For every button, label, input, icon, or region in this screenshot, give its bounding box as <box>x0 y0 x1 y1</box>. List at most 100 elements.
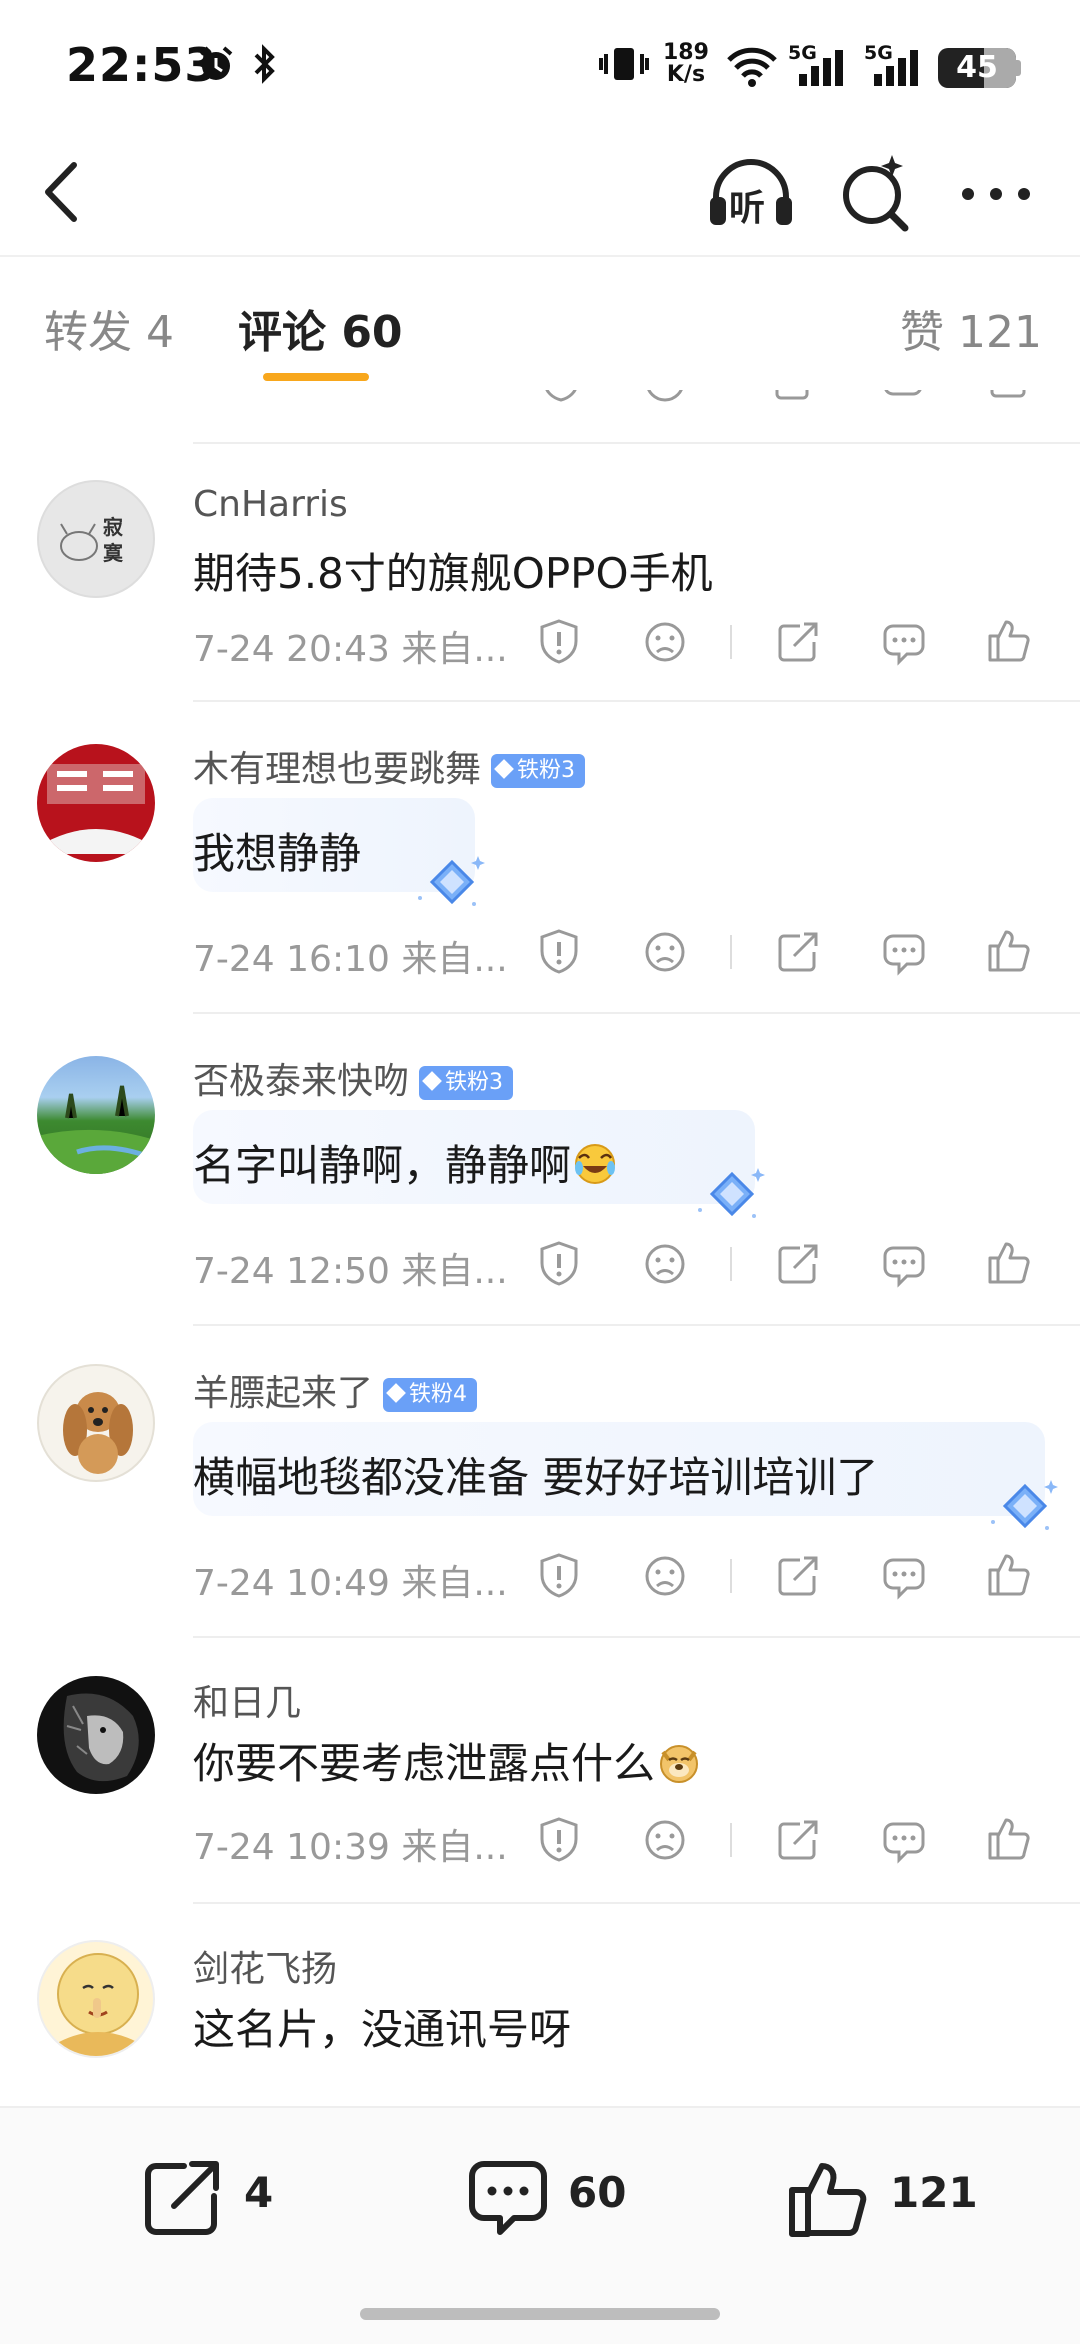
comment-username[interactable]: 羊膘起来了 铁粉4 <box>193 1364 478 1416</box>
repost-button[interactable]: 4 <box>140 2108 300 2278</box>
comment-count: 60 <box>568 2168 627 2217</box>
diamond-icon <box>386 1383 406 1403</box>
dislike-icon[interactable] <box>643 1242 687 1286</box>
avatar-drawing <box>57 1953 139 2056</box>
reply-icon[interactable] <box>881 1818 927 1864</box>
diamond-decoration-icon <box>991 1480 1058 1530</box>
dislike-icon[interactable] <box>643 1554 687 1598</box>
back-icon[interactable] <box>38 157 88 227</box>
avatar-drawing <box>60 523 98 561</box>
share-icon[interactable] <box>776 620 820 664</box>
comment-text: 名字叫静啊，静静啊 <box>193 1132 617 1193</box>
comment-username-text: 木有理想也要跳舞 <box>193 749 482 790</box>
avatar-text: 寂寞 <box>103 515 123 565</box>
comment-item: 否极泰来快吻 铁粉3 名字叫静啊，静静啊 7-24 12:50 来自... <box>0 1014 1080 1324</box>
comment-username[interactable]: CnHarris <box>193 484 348 525</box>
home-indicator[interactable] <box>360 2308 720 2320</box>
doge-emoji-icon <box>660 1745 699 1783</box>
dislike-icon[interactable] <box>643 620 687 664</box>
comment-meta: 7-24 10:39 来自... <box>193 1827 508 1868</box>
comment-text-content: 你要不要考虑泄露点什么 <box>193 1739 656 1788</box>
comment-username[interactable]: 木有理想也要跳舞 铁粉3 <box>193 740 586 792</box>
bottom-action-bar: 4 60 121 <box>0 2106 1080 2344</box>
comment-text-content: 名字叫静啊，静静啊 <box>193 1141 572 1190</box>
diamond-icon <box>422 1071 442 1091</box>
avatar[interactable]: 寂寞 <box>37 480 155 598</box>
bluetooth-icon <box>254 44 275 84</box>
comment-username[interactable]: 否极泰来快吻 铁粉3 <box>193 1052 514 1104</box>
comment-username[interactable]: 和日几 <box>193 1674 301 1726</box>
comment-text: 我想静静 <box>193 829 362 878</box>
comment-text: 你要不要考虑泄露点什么 <box>193 1730 701 1791</box>
share-icon[interactable] <box>776 1554 820 1598</box>
reply-icon[interactable] <box>881 930 927 976</box>
signal-icon <box>874 50 918 86</box>
like-icon[interactable] <box>986 926 1032 974</box>
action-separator <box>730 1823 732 1857</box>
comment-text: 横幅地毯都没准备 要好好培训培训了 <box>193 1453 879 1502</box>
more-icon[interactable] <box>958 179 1034 209</box>
fan-badge-label: 铁粉3 <box>517 758 576 783</box>
like-button[interactable]: 121 <box>786 2108 986 2278</box>
avatar[interactable] <box>37 1676 155 1794</box>
dislike-icon[interactable] <box>643 930 687 974</box>
fan-badge: 铁粉3 <box>419 1066 514 1100</box>
report-icon[interactable] <box>537 1240 581 1288</box>
reply-icon[interactable] <box>881 1242 927 1288</box>
comment-username[interactable]: 剑花飞扬 <box>193 1940 337 1992</box>
dislike-icon[interactable] <box>643 1818 687 1862</box>
reply-icon[interactable] <box>881 1554 927 1600</box>
like-icon[interactable] <box>986 1238 1032 1286</box>
reply-icon[interactable] <box>881 390 925 404</box>
report-icon[interactable] <box>537 1816 581 1864</box>
report-icon[interactable] <box>539 390 583 404</box>
report-icon[interactable] <box>537 618 581 666</box>
report-icon[interactable] <box>537 928 581 976</box>
listen-button[interactable]: 听 <box>706 153 796 233</box>
comment-meta: 7-24 12:50 来自... <box>193 1251 508 1292</box>
comment-meta: 7-24 10:49 来自... <box>193 1563 508 1604</box>
action-separator <box>730 935 732 969</box>
avatar[interactable] <box>37 1364 155 1482</box>
tab-comments[interactable]: 评论 60 <box>238 296 403 360</box>
tab-repost[interactable]: 转发 4 <box>44 296 174 360</box>
comment-list[interactable]: 寂寞 CnHarris 期待5.8寸的旗舰OPPO手机 7-24 20:43 来… <box>0 390 1080 2106</box>
share-icon[interactable] <box>776 930 820 974</box>
reply-icon[interactable] <box>881 620 927 666</box>
like-icon <box>789 2163 867 2237</box>
previous-comment-actions <box>193 390 1080 420</box>
fan-badge: 铁粉4 <box>383 1378 478 1412</box>
like-icon[interactable] <box>986 1814 1032 1862</box>
like-icon[interactable] <box>986 616 1032 664</box>
avatar[interactable] <box>37 1056 155 1174</box>
diamond-icon <box>494 759 514 779</box>
report-icon[interactable] <box>537 1552 581 1600</box>
search-icon[interactable] <box>836 149 916 235</box>
share-icon[interactable] <box>776 1818 820 1862</box>
share-icon[interactable] <box>776 1242 820 1286</box>
comment-icon <box>469 2161 547 2235</box>
action-separator <box>730 1559 732 1593</box>
like-icon[interactable] <box>986 390 1030 404</box>
fan-badge-label: 铁粉3 <box>445 1070 504 1095</box>
tab-bar: 转发 4 评论 60 赞 121 <box>0 258 1080 390</box>
avatar[interactable] <box>37 1940 155 2058</box>
comment-username-text: 羊膘起来了 <box>193 1373 374 1414</box>
comment-button[interactable]: 60 <box>466 2108 646 2278</box>
comment-text: 这名片，没通讯号呀 <box>193 2005 572 2054</box>
status-bar: 22:53 189 K/s 5G 5G 45 <box>0 0 1080 135</box>
fan-badge: 铁粉3 <box>491 754 586 788</box>
comment-item: 剑花飞扬 这名片，没通讯号呀 <box>0 1904 1080 2106</box>
like-count: 121 <box>890 2168 978 2217</box>
like-icon[interactable] <box>986 1550 1032 1598</box>
diamond-decoration-icon <box>418 856 485 906</box>
avatar[interactable] <box>37 744 155 862</box>
dislike-icon[interactable] <box>643 390 687 404</box>
tab-likes[interactable]: 赞 121 <box>900 296 1042 360</box>
comment-meta: 7-24 16:10 来自... <box>193 939 508 980</box>
comment-meta: 7-24 20:43 来自... <box>193 629 508 670</box>
share-icon[interactable] <box>773 390 817 404</box>
avatar-drawing <box>63 1392 133 1474</box>
comment-text: 期待5.8寸的旗舰OPPO手机 <box>193 549 713 598</box>
avatar-drawing <box>37 1085 155 1174</box>
